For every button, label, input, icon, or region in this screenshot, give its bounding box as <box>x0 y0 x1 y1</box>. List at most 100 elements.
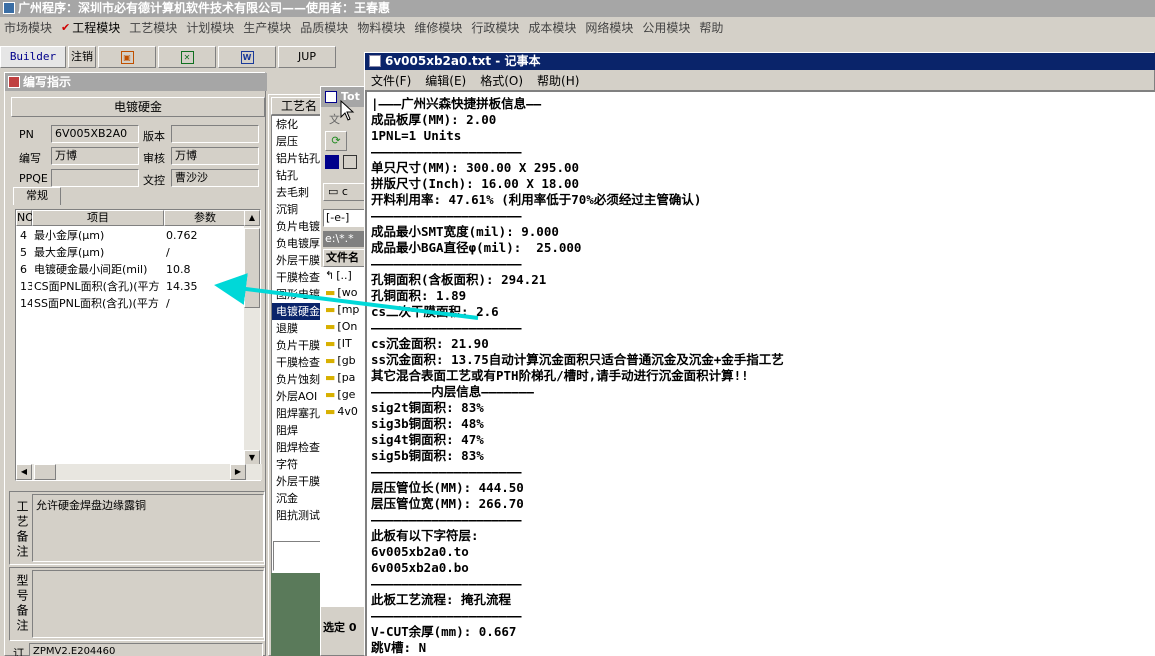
menu-item-2[interactable]: 工艺模块 <box>129 19 186 36</box>
control-field[interactable]: 曹沙沙 <box>171 169 259 187</box>
file-list-item[interactable]: ▬ [mp <box>325 301 367 318</box>
file-list-item[interactable]: ▬ 4v0 <box>325 403 367 420</box>
scroll-left-icon[interactable]: ◀ <box>16 464 32 480</box>
main-title-text: 广州程序：深圳市必有德计算机软件技术有限公司——使用者：王春惠 <box>18 1 391 15</box>
powerpoint-button[interactable]: ▣ <box>98 46 156 68</box>
file-name: [gb <box>337 354 356 367</box>
folder-icon: ▬ <box>325 405 336 418</box>
mouse-cursor-icon <box>340 100 355 121</box>
menu-item-6[interactable]: 物料模块 <box>357 19 414 36</box>
table-row[interactable]: 13 CS面PNL面积(含孔)(平方 14.35 <box>16 278 246 295</box>
notepad-text-line: 开料利用率: 47.61% (利用率低于70%必须经过主管确认) <box>371 192 702 207</box>
version-field[interactable] <box>171 125 259 143</box>
excel-icon: ✕ <box>180 51 194 64</box>
notepad-menu-item-3[interactable]: 帮助(H) <box>537 72 579 89</box>
table-cell-item: 最小金厚(μm) <box>34 229 105 242</box>
notepad-text-line: 层压管位长(MM): 444.50 <box>371 480 524 495</box>
refresh-icon[interactable]: ⟳ <box>325 131 347 151</box>
table-row[interactable]: 14 SS面PNL面积(含孔)(平方 / <box>16 295 246 312</box>
menu-item-11[interactable]: 公用模块 <box>642 19 699 36</box>
excel-button[interactable]: ✕ <box>158 46 216 68</box>
menu-item-12[interactable]: 帮助 <box>699 19 732 36</box>
tab-general[interactable]: 常规 <box>13 187 61 205</box>
main-menu-bar: 市场模块 ✔ 工程模块 工艺模块 计划模块 生产模块 品质模块 物料模块 维修模块 行政模块 成本模… <box>0 17 1155 38</box>
column-header-param[interactable]: 参数 <box>164 210 246 226</box>
main-title-bar: 广州程序：深圳市必有德计算机软件技术有限公司——使用者：王春惠 <box>0 0 1155 17</box>
ppqe-field[interactable] <box>51 169 139 187</box>
drive-letter: c <box>341 185 348 198</box>
jump-button[interactable]: JUP <box>278 46 336 68</box>
notepad-window: 6v005xb2a0.txt - 记事本 文件(F) 编辑(E) 格式(O) 帮助(H… <box>364 52 1155 656</box>
table-row[interactable]: 5 最大金厚(μm) / <box>16 244 246 261</box>
menu-item-5[interactable]: 品质模块 <box>300 19 357 36</box>
builder-button[interactable]: Builder <box>0 46 66 68</box>
table-row[interactable]: 6 电镀硬金最小间距(mil) 10.8 <box>16 261 246 278</box>
process-list-panel: 工艺名 棕化 层压 铝片钻孔 钻孔 去毛刺 沉铜 负片电镀 负电镀厚 外层干膜 干膜检查 图形电镀电… <box>268 94 328 656</box>
file-list-item[interactable]: ↰ [..] <box>325 267 367 284</box>
pn-field[interactable]: 6V005XB2A0 <box>51 125 139 143</box>
drive-button[interactable]: ▭ c <box>323 183 365 201</box>
table-horizontal-scrollbar[interactable]: ◀ ▶ <box>16 464 262 480</box>
file-manager-menu-item[interactable]: 文 <box>329 111 340 127</box>
notepad-text-line: 层压管位宽(MM): 266.70 <box>371 496 524 511</box>
menu-item-8[interactable]: 行政模块 <box>471 19 528 36</box>
notepad-text-area[interactable]: |———广州兴森快捷拼板信息—— 成品板厚(MM): 2.00 1PNL=1 Uni… <box>365 90 1155 656</box>
filename-column-header[interactable]: 文件名 <box>323 249 367 267</box>
column-header-item[interactable]: 项目 <box>32 210 164 226</box>
file-list-item[interactable]: ▬ [ge <box>325 386 367 403</box>
notepad-text-line: 孔铜面积: 1.89 <box>371 288 467 303</box>
file-list-item[interactable]: ▬ [IT <box>325 335 367 352</box>
file-list-item[interactable]: ▬ [On <box>325 318 367 335</box>
menu-item-4[interactable]: 生产模块 <box>243 19 300 36</box>
review-label: 审核 <box>143 152 165 165</box>
file-list-item[interactable]: ▬ [gb <box>325 352 367 369</box>
notepad-menu-bar: 文件(F) 编辑(E) 格式(O) 帮助(H) <box>365 70 1155 90</box>
menu-item-0[interactable]: 市场模块 <box>4 19 61 36</box>
notepad-text-line: ———————————————————— <box>371 576 522 591</box>
notepad-title-bar: 6v005xb2a0.txt - 记事本 <box>365 53 1155 70</box>
author-field[interactable]: 万博 <box>51 147 139 165</box>
drive-dropdown[interactable]: [-e-] <box>323 209 365 227</box>
file-list-item[interactable]: ▬ [pa <box>325 369 367 386</box>
table-cell-item: CS面PNL面积(含孔)(平方 <box>34 280 160 293</box>
file-list-item[interactable]: ▬ [wo <box>325 284 367 301</box>
model-note-area: 型号备注 <box>9 567 265 641</box>
folder-icon: ▬ <box>325 371 336 384</box>
scroll-right-icon[interactable]: ▶ <box>230 464 246 480</box>
tab-row: 常规 <box>13 187 61 205</box>
file-name: [pa <box>337 371 356 384</box>
copy-icon[interactable] <box>343 155 357 169</box>
notepad-menu-item-1[interactable]: 编辑(E) <box>425 72 466 89</box>
parameters-table: NO 项目 参数 4 最小金厚(μm) 0.762 5 最大金厚(μm) / 6 电镀硬金最小… <box>15 209 262 481</box>
folder-icon: ▬ <box>325 303 336 316</box>
process-note-field[interactable]: 允许硬金焊盘边缘露铜 <box>32 494 264 562</box>
table-cell-item: 最大金厚(μm) <box>34 246 105 259</box>
word-button[interactable]: W <box>218 46 276 68</box>
menu-item-3[interactable]: 计划模块 <box>186 19 243 36</box>
table-vertical-scrollbar[interactable]: ▲ ▼ <box>244 210 260 466</box>
notepad-text-line: cs二次干膜面积: 2.6 <box>371 304 499 319</box>
menu-item-7[interactable]: 维修模块 <box>414 19 471 36</box>
column-header-no[interactable]: NO <box>16 210 34 226</box>
save-icon[interactable] <box>325 155 339 169</box>
menu-item-10[interactable]: 网络模块 <box>585 19 642 36</box>
edit-instructions-title: 编写指示 <box>23 75 72 89</box>
notepad-menu-item-2[interactable]: 格式(O) <box>480 72 523 89</box>
order-field[interactable]: ZPMV2.E204460 <box>29 643 263 656</box>
notepad-text-line: sig5b铜面积: 83% <box>371 448 484 463</box>
file-manager-window: Tot 文 ⟳ ▭ c [-e-] e:\*.* 文件名 ↰ [..] ▬ [wo ▬[… <box>320 86 367 656</box>
notepad-menu-item-0[interactable]: 文件(F) <box>371 72 411 89</box>
table-row[interactable]: 4 最小金厚(μm) 0.762 <box>16 227 246 244</box>
logout-button[interactable]: 注销 <box>68 46 96 68</box>
scroll-thumb[interactable] <box>244 228 260 308</box>
hscroll-thumb[interactable] <box>34 464 56 480</box>
scroll-up-icon[interactable]: ▲ <box>244 210 260 226</box>
notepad-text-line: 成品最小BGA直径φ(mil): 25.000 <box>371 240 582 255</box>
process-input-box[interactable] <box>273 541 327 571</box>
notepad-text-line: 此板有以下字符层: <box>371 528 479 543</box>
review-field[interactable]: 万博 <box>171 147 259 165</box>
menu-item-9[interactable]: 成本模块 <box>528 19 585 36</box>
menu-item-1[interactable]: 工程模块 <box>72 19 129 36</box>
notepad-text-line: cs沉金面积: 21.90 <box>371 336 489 351</box>
model-note-field[interactable] <box>32 570 264 638</box>
